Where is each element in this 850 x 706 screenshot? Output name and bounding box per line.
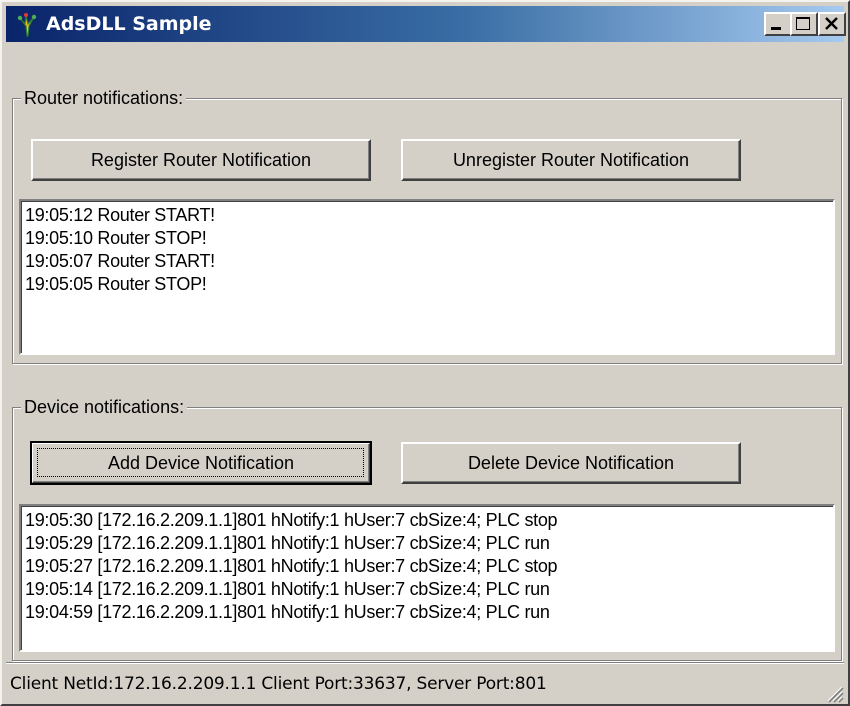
router-log-list[interactable]: 19:05:12 Router START! 19:05:10 Router S… bbox=[19, 199, 835, 355]
list-item[interactable]: 19:05:14 [172.16.2.209.1.1]801 hNotify:1… bbox=[25, 578, 829, 601]
delete-device-notification-button[interactable]: Delete Device Notification bbox=[401, 442, 741, 484]
resize-grip-icon[interactable] bbox=[822, 681, 844, 703]
device-notifications-group: Device notifications: Add Device Notific… bbox=[12, 396, 842, 661]
title-bar[interactable]: AdsDLL Sample bbox=[6, 6, 846, 42]
device-group-label: Device notifications: bbox=[21, 396, 188, 418]
list-item[interactable]: 19:05:29 [172.16.2.209.1.1]801 hNotify:1… bbox=[25, 532, 829, 555]
minimize-icon bbox=[771, 27, 781, 30]
router-group-label: Router notifications: bbox=[21, 87, 187, 109]
router-notifications-group: Router notifications: Register Router No… bbox=[12, 87, 842, 364]
ads-app-icon bbox=[17, 13, 37, 37]
list-item[interactable]: 19:04:59 [172.16.2.209.1.1]801 hNotify:1… bbox=[25, 601, 829, 624]
add-device-notification-button[interactable]: Add Device Notification bbox=[30, 441, 372, 485]
maximize-icon bbox=[796, 17, 810, 30]
list-item[interactable]: 19:05:10 Router STOP! bbox=[25, 227, 829, 250]
close-button[interactable] bbox=[818, 12, 846, 36]
list-item[interactable]: 19:05:12 Router START! bbox=[25, 204, 829, 227]
list-item[interactable]: 19:05:07 Router START! bbox=[25, 250, 829, 273]
list-item[interactable]: 19:05:30 [172.16.2.209.1.1]801 hNotify:1… bbox=[25, 509, 829, 532]
list-item[interactable]: 19:05:27 [172.16.2.209.1.1]801 hNotify:1… bbox=[25, 555, 829, 578]
status-bar: Client NetId:172.16.2.209.1.1 Client Por… bbox=[6, 662, 844, 703]
minimize-button[interactable] bbox=[764, 12, 792, 36]
unregister-router-notification-button[interactable]: Unregister Router Notification bbox=[401, 139, 741, 181]
register-router-notification-button[interactable]: Register Router Notification bbox=[31, 139, 371, 181]
focus-rect bbox=[37, 448, 364, 477]
list-item[interactable]: 19:05:05 Router STOP! bbox=[25, 273, 829, 296]
close-icon bbox=[825, 17, 838, 30]
device-log-list[interactable]: 19:05:30 [172.16.2.209.1.1]801 hNotify:1… bbox=[19, 504, 835, 652]
status-text: Client NetId:172.16.2.209.1.1 Client Por… bbox=[10, 674, 547, 694]
app-window: AdsDLL Sample Router notifications: Regi… bbox=[0, 0, 850, 706]
maximize-button[interactable] bbox=[790, 12, 818, 36]
window-title: AdsDLL Sample bbox=[46, 13, 212, 35]
